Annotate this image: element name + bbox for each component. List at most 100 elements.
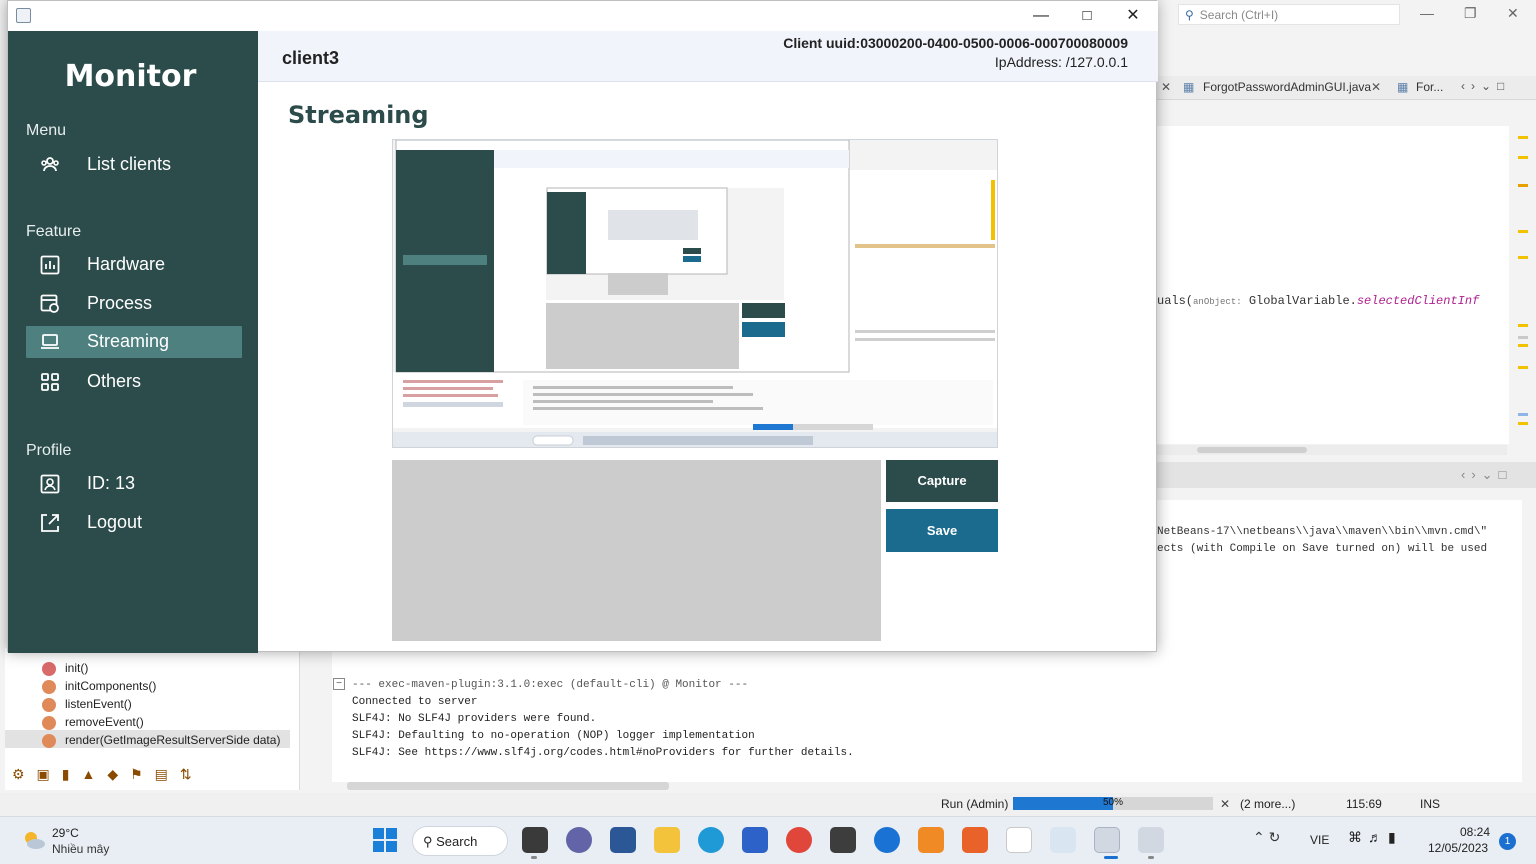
progress-fill (1013, 797, 1113, 810)
ide-close-button[interactable]: ✕ (1507, 5, 1519, 22)
sidebar-item-streaming[interactable]: Streaming (26, 326, 242, 358)
method-icon (42, 716, 56, 730)
windows-taskbar (0, 816, 1536, 864)
java-app-icon (16, 8, 31, 23)
close-icon[interactable]: ✕ (1161, 80, 1171, 94)
page-title: Streaming (288, 101, 429, 129)
tab-second[interactable]: For... (1416, 80, 1443, 94)
console-line: --- exec-maven-plugin:3.1.0:exec (defaul… (352, 679, 749, 691)
navigator-item[interactable]: listenEvent() (65, 697, 132, 711)
tray-chevron-icon[interactable]: ⌃ ↻ (1253, 829, 1280, 846)
clock-date[interactable]: 12/05/2023 (1428, 841, 1488, 855)
sidebar-item-label: Others (87, 371, 142, 391)
edge-icon[interactable] (698, 827, 724, 853)
running-indicator (1148, 856, 1154, 859)
menu-section-title: Menu (26, 122, 67, 139)
close-icon[interactable]: ✕ (1220, 797, 1230, 811)
stream-frame-image (393, 140, 997, 447)
status-insert-mode: INS (1420, 797, 1441, 811)
java-file-icon: ▦ (1397, 80, 1409, 94)
ide-search-input[interactable]: ⚲ Search (Ctrl+I) (1178, 4, 1400, 25)
maximize-button[interactable]: □ (1064, 1, 1110, 31)
progress-text: 50% (1103, 797, 1124, 808)
window-titlebar[interactable]: — □ ✕ (8, 1, 1158, 31)
ide-error-stripe (1515, 126, 1529, 446)
logout-icon (41, 514, 59, 532)
weather-cloud-icon[interactable] (22, 830, 46, 850)
task-view-icon[interactable] (522, 827, 548, 853)
capture-button[interactable]: Capture (886, 460, 998, 502)
chat-icon[interactable] (566, 827, 592, 853)
ide-search-placeholder: Search (Ctrl+I) (1199, 8, 1279, 22)
ide-output-header: ‹›⌄□ (1157, 462, 1536, 488)
navigator-item[interactable]: render(GetImageResultServerSide data) (65, 733, 280, 747)
clock-time[interactable]: 08:24 (1460, 825, 1490, 839)
method-icon (42, 734, 56, 748)
profile-section-title: Profile (26, 442, 72, 459)
output-nav-arrows[interactable]: ‹›⌄□ (1461, 467, 1512, 483)
ide-horizontal-scrollbar[interactable] (1157, 445, 1507, 455)
feature-section-title: Feature (26, 223, 82, 240)
navigator-item[interactable]: removeEvent() (65, 715, 144, 729)
close-icon[interactable]: ✕ (1371, 80, 1381, 94)
status-progress-bar: 50% (1013, 797, 1213, 810)
monitor-chart-icon[interactable] (1050, 827, 1076, 853)
app-title: Monitor (64, 59, 197, 94)
save-button[interactable]: Save (886, 509, 998, 552)
client-ip-address: IpAddress: /127.0.0.1 (994, 54, 1128, 70)
stream-screen-view (392, 139, 998, 448)
code-editor-icon[interactable] (1006, 827, 1032, 853)
xampp-icon[interactable] (962, 827, 988, 853)
client-name: client3 (282, 48, 340, 68)
notification-badge[interactable]: 1 (1499, 833, 1516, 850)
java-app-icon[interactable] (1094, 827, 1120, 853)
method-icon (42, 698, 56, 712)
sidebar-item-logout[interactable]: Logout (26, 507, 242, 539)
tab-forgot-password[interactable]: ForgotPasswordAdminGUI.java (1203, 80, 1371, 94)
app-hex-icon[interactable] (918, 827, 944, 853)
ide-maximize-button[interactable]: ❐ (1464, 5, 1477, 22)
taskbar-search[interactable]: ⚲ Search (412, 826, 508, 856)
ide-status-bar: Run (Admin) ✕ (2 more...) 115:69 INS (0, 793, 1536, 816)
sidebar-item-process[interactable]: Process (26, 288, 242, 320)
java-app-icon[interactable] (1138, 827, 1164, 853)
unity-icon[interactable] (830, 827, 856, 853)
status-more-tasks[interactable]: (2 more...) (1240, 797, 1295, 811)
sidebar-item-list-clients[interactable]: List clients (26, 149, 242, 181)
ide-editor-area[interactable] (1157, 126, 1509, 444)
weather-temperature[interactable]: 29°C (52, 826, 79, 840)
sidebar-item-others[interactable]: Others (26, 366, 242, 398)
store-icon[interactable] (742, 827, 768, 853)
navigator-item[interactable]: initComponents() (65, 679, 156, 693)
java-file-icon: ▦ (1183, 80, 1195, 94)
tray-language[interactable]: VIE (1310, 833, 1329, 847)
id-card-icon (40, 474, 60, 494)
start-button[interactable] (373, 828, 397, 852)
close-button[interactable]: ✕ (1110, 1, 1156, 31)
client-header: client3 Client uuid:03000200-0400-0500-0… (258, 31, 1158, 82)
ide-editor-tabs: ✕ ▦ ForgotPasswordAdminGUI.java ✕ ▦ For.… (1157, 76, 1536, 100)
console-scrollbar[interactable] (347, 782, 669, 790)
taskbar-search-label: Search (436, 834, 478, 849)
tray-network-volume-battery-icons[interactable]: ⌘♬▮ (1348, 829, 1402, 846)
sidebar-item-label: Logout (87, 512, 143, 532)
ide-minimize-button[interactable]: — (1420, 5, 1434, 21)
word-icon[interactable] (610, 827, 636, 853)
output-line: ects (with Compile on Save turned on) wi… (1157, 543, 1488, 555)
zalo-icon[interactable] (874, 827, 900, 853)
tab-nav-arrows[interactable]: ‹›⌄□ (1461, 79, 1510, 93)
fold-toggle-icon[interactable]: − (333, 678, 345, 690)
navigator-toolbar-icons[interactable]: ⚙▣▮▲◆⚑▤⇅ (12, 766, 204, 783)
file-explorer-icon[interactable] (654, 827, 680, 853)
chrome-icon[interactable] (786, 827, 812, 853)
sidebar-item-label: List clients (87, 154, 172, 174)
weather-description[interactable]: Nhiều mây (52, 842, 109, 856)
navigator-item[interactable]: init() (65, 661, 88, 675)
console-line: SLF4J: See https://www.slf4j.org/codes.h… (352, 747, 854, 759)
status-caret-position: 115:69 (1346, 797, 1382, 811)
method-icon (42, 662, 56, 676)
capture-preview-area (392, 460, 881, 641)
sidebar-item-id[interactable]: ID: 13 (26, 468, 242, 500)
sidebar-item-hardware[interactable]: Hardware (26, 249, 242, 281)
minimize-button[interactable]: — (1018, 1, 1064, 31)
